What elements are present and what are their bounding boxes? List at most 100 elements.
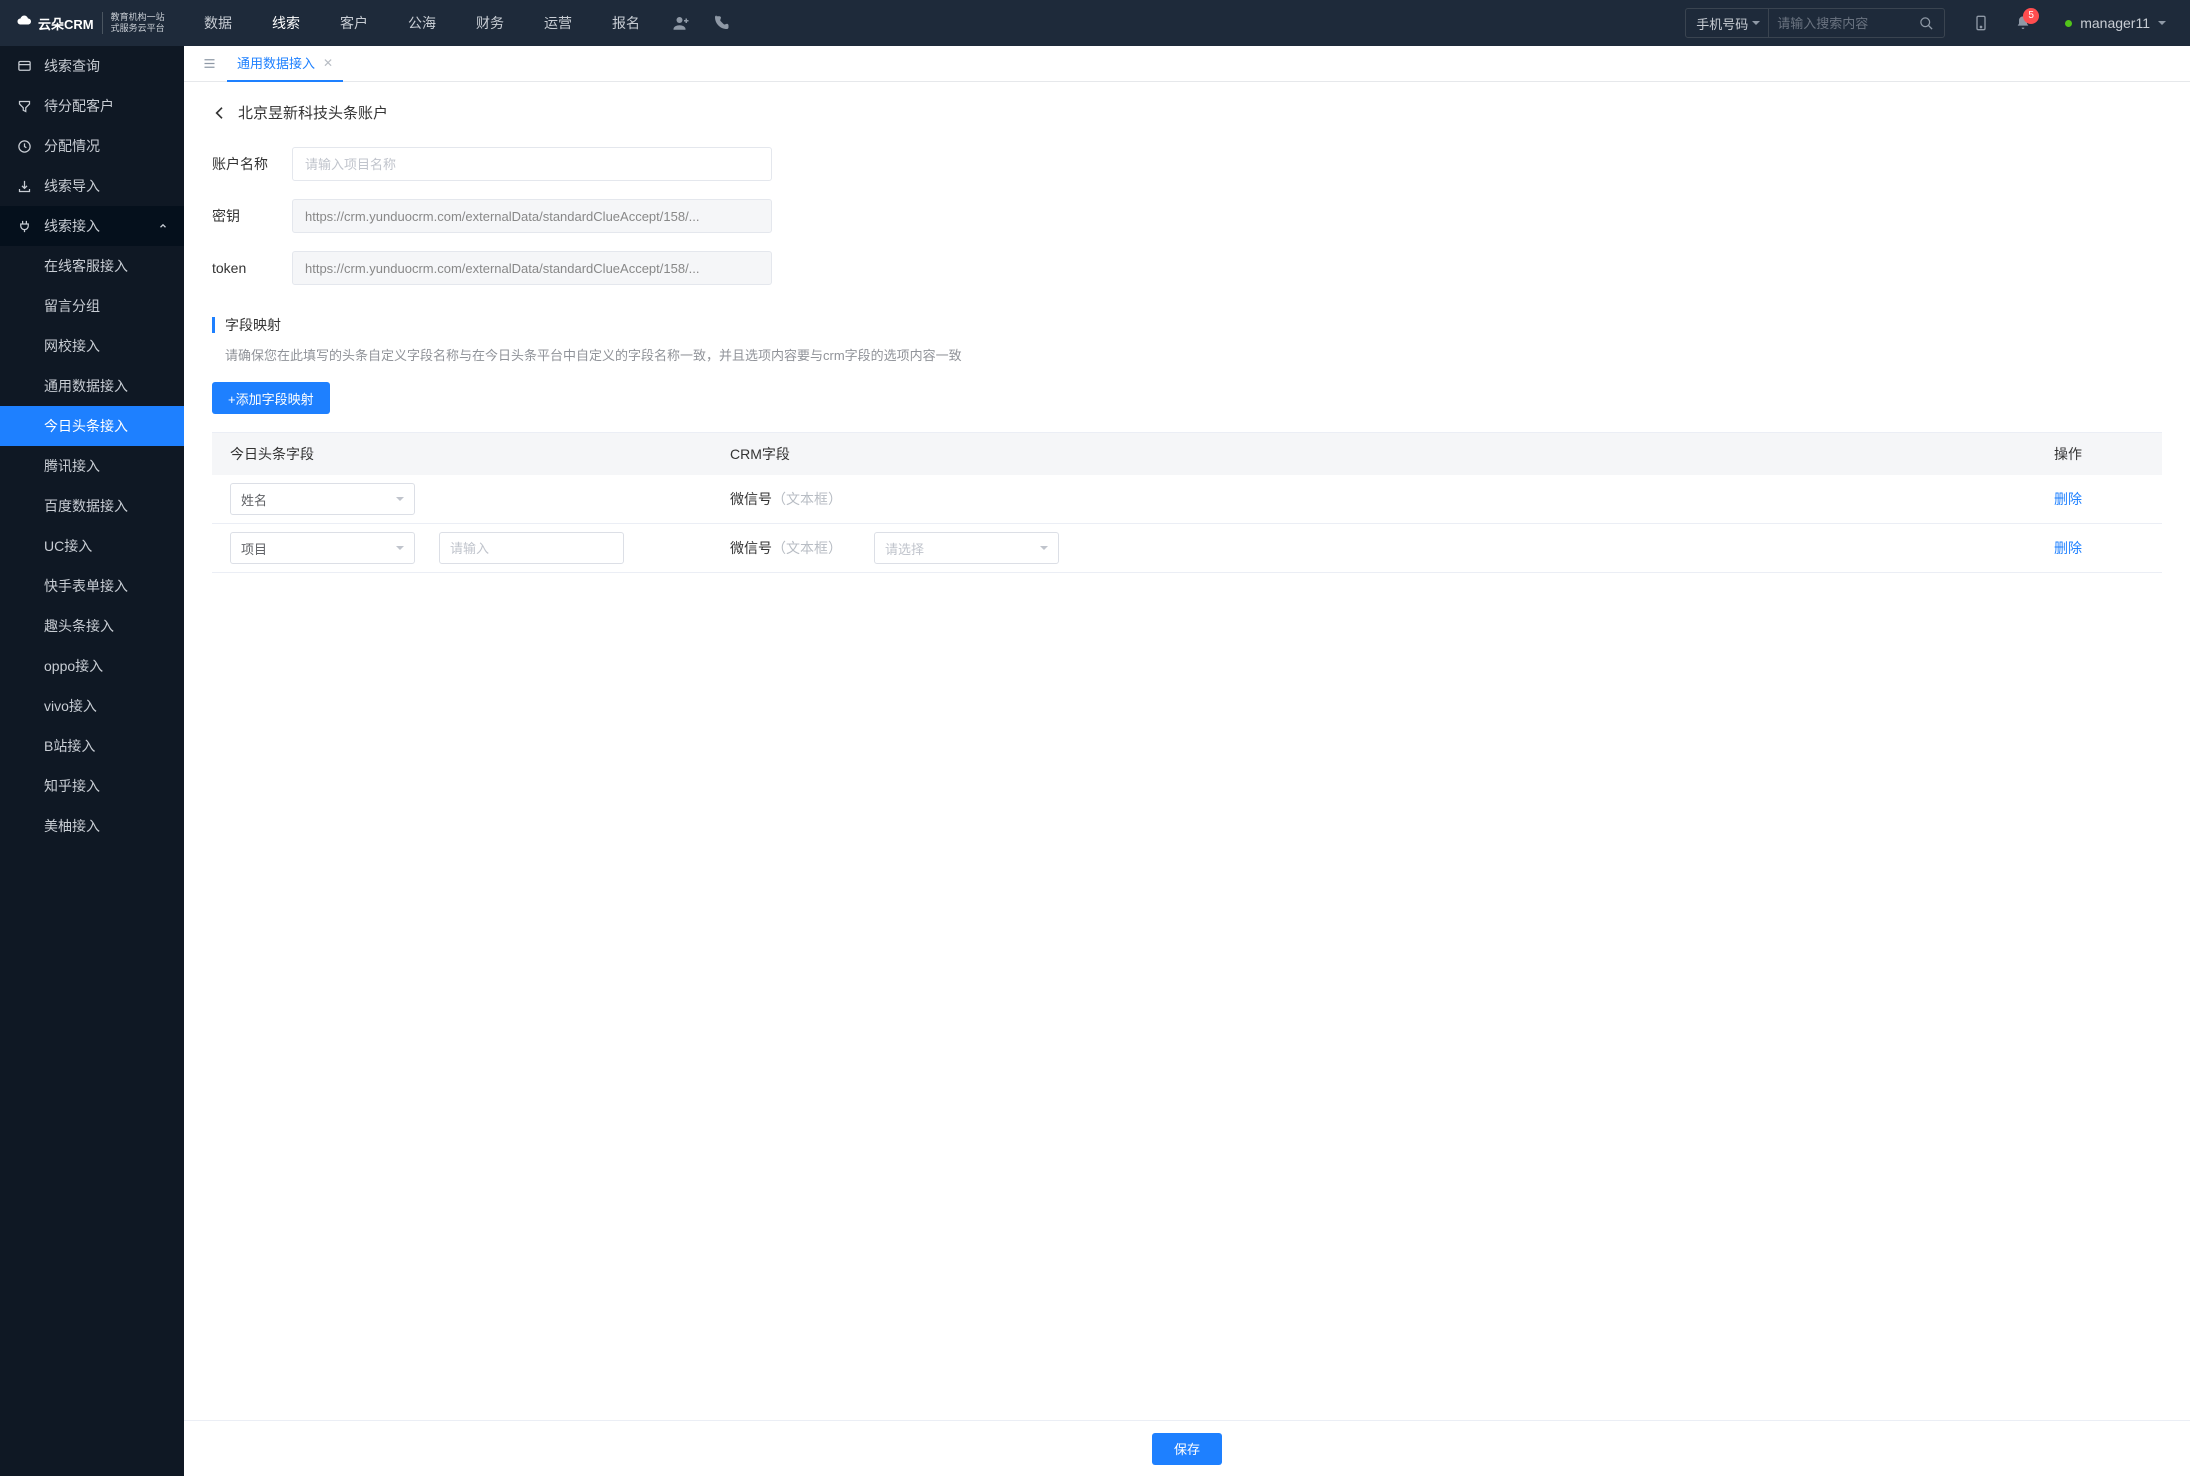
main-area: 通用数据接入 ✕ 北京昱新科技头条账户 账户名称 密钥 token (184, 46, 2190, 1476)
delete-button[interactable]: 删除 (2054, 540, 2082, 556)
chevron-up-icon (158, 221, 168, 231)
sidebar-sub-item[interactable]: 知乎接入 (0, 766, 184, 806)
user-menu[interactable]: manager11 (2049, 15, 2182, 31)
sidebar-icon (16, 138, 32, 154)
search-type-select[interactable]: 手机号码 (1686, 9, 1769, 37)
header-extra-icons (660, 14, 742, 32)
sidebar-sub-item[interactable]: 今日头条接入 (0, 406, 184, 446)
footer-bar: 保存 (184, 1420, 2190, 1476)
sidebar-group-clue-access[interactable]: 线索接入 (0, 206, 184, 246)
breadcrumb: 北京昱新科技头条账户 (212, 102, 2162, 123)
crm-field-name: 微信号（文本框） (730, 489, 842, 509)
header-right-icons: 5 (1955, 14, 2049, 32)
th-crm-field: CRM字段 (730, 444, 2054, 464)
mobile-icon[interactable] (1973, 14, 1989, 32)
user-plus-icon[interactable] (672, 14, 690, 32)
section-hint: 请确保您在此填写的头条自定义字段名称与在今日头条平台中自定义的字段名称一致，并且… (212, 345, 2162, 364)
tab-active[interactable]: 通用数据接入 ✕ (227, 46, 343, 82)
token-label: token (212, 260, 292, 276)
chevron-down-icon (396, 497, 404, 505)
phone-icon[interactable] (712, 14, 730, 32)
close-icon[interactable]: ✕ (323, 56, 333, 70)
chevron-down-icon (2158, 21, 2166, 29)
tab-label: 通用数据接入 (237, 53, 315, 72)
sidebar-item-label: 线索查询 (44, 56, 100, 76)
token-input[interactable] (292, 251, 772, 285)
section-bar-icon (212, 317, 215, 333)
sidebar-sub-item[interactable]: 腾讯接入 (0, 446, 184, 486)
nav-item[interactable]: 报名 (592, 0, 660, 46)
sidebar-sub-item[interactable]: 留言分组 (0, 286, 184, 326)
sidebar-item-label: 分配情况 (44, 136, 100, 156)
delete-button[interactable]: 删除 (2054, 491, 2082, 507)
add-mapping-button[interactable]: +添加字段映射 (212, 382, 330, 414)
sidebar-item[interactable]: 分配情况 (0, 126, 184, 166)
nav-item[interactable]: 数据 (184, 0, 252, 46)
global-search: 手机号码 (1685, 8, 1945, 38)
sidebar-sub-item[interactable]: vivo接入 (0, 686, 184, 726)
logo-subtitle: 教育机构一站 式服务云平台 (111, 12, 165, 34)
status-dot-icon (2065, 20, 2072, 27)
app-header: 云朵CRM 教育机构一站 式服务云平台 数据线索客户公海财务运营报名 手机号码 … (0, 0, 2190, 46)
notif-badge: 5 (2023, 8, 2039, 24)
sidebar-sub-item[interactable]: UC接入 (0, 526, 184, 566)
table-row: 项目 微信号（文本框） 请选择 删除 (212, 524, 2162, 573)
logo-divider (102, 12, 103, 34)
sidebar-item-label: 线索导入 (44, 176, 100, 196)
sidebar-item[interactable]: 线索查询 (0, 46, 184, 86)
tt-field-select[interactable]: 姓名 (230, 483, 415, 515)
search-button[interactable] (1909, 9, 1944, 37)
sidebar-icon (16, 178, 32, 194)
sidebar-group-label: 线索接入 (44, 216, 100, 236)
search-input[interactable] (1769, 16, 1909, 31)
tt-field-input[interactable] (439, 532, 624, 564)
crm-field-select[interactable]: 请选择 (874, 532, 1059, 564)
username-label: manager11 (2080, 15, 2150, 31)
chevron-down-icon (396, 546, 404, 554)
back-icon[interactable] (212, 105, 228, 121)
nav-item[interactable]: 线索 (252, 0, 320, 46)
secret-input[interactable] (292, 199, 772, 233)
sidebar-sub-item[interactable]: 快手表单接入 (0, 566, 184, 606)
sidebar-collapse-icon[interactable] (192, 56, 227, 71)
save-button[interactable]: 保存 (1152, 1433, 1222, 1465)
sidebar-item[interactable]: 线索导入 (0, 166, 184, 206)
section-heading: 字段映射 (212, 315, 2162, 335)
sidebar-sub-item[interactable]: 通用数据接入 (0, 366, 184, 406)
sidebar-icon (16, 58, 32, 74)
tt-field-select[interactable]: 项目 (230, 532, 415, 564)
logo-area: 云朵CRM 教育机构一站 式服务云平台 (0, 12, 184, 34)
secret-label: 密钥 (212, 206, 292, 226)
nav-item[interactable]: 客户 (320, 0, 388, 46)
page-title: 北京昱新科技头条账户 (238, 102, 388, 123)
mapping-table: 今日头条字段 CRM字段 操作 姓名微信号（文本框）删除项目微信号（文本框）请选… (212, 432, 2162, 573)
chevron-down-icon (1040, 546, 1048, 554)
account-name-input[interactable] (292, 147, 772, 181)
top-nav: 数据线索客户公海财务运营报名 (184, 0, 660, 46)
sidebar-sub-item[interactable]: B站接入 (0, 726, 184, 766)
account-name-label: 账户名称 (212, 154, 292, 174)
tabs-bar: 通用数据接入 ✕ (184, 46, 2190, 82)
page-content: 北京昱新科技头条账户 账户名称 密钥 token 字段映射 请确保您在此填写的头… (184, 82, 2190, 1476)
nav-item[interactable]: 运营 (524, 0, 592, 46)
sidebar-sub-item[interactable]: 百度数据接入 (0, 486, 184, 526)
sidebar-item[interactable]: 待分配客户 (0, 86, 184, 126)
section-title-text: 字段映射 (225, 315, 281, 335)
th-action: 操作 (2054, 444, 2144, 464)
sidebar-item-label: 待分配客户 (44, 96, 114, 116)
sidebar: 线索查询待分配客户分配情况线索导入 线索接入 在线客服接入留言分组网校接入通用数… (0, 46, 184, 1476)
logo: 云朵CRM (16, 14, 94, 33)
sidebar-sub-item[interactable]: 美柚接入 (0, 806, 184, 846)
sidebar-sub-item[interactable]: 网校接入 (0, 326, 184, 366)
table-header: 今日头条字段 CRM字段 操作 (212, 433, 2162, 475)
bell-icon[interactable]: 5 (2015, 14, 2031, 32)
table-row: 姓名 微信号（文本框） 删除 (212, 475, 2162, 524)
plug-icon (16, 218, 32, 234)
sidebar-sub-item[interactable]: 在线客服接入 (0, 246, 184, 286)
nav-item[interactable]: 公海 (388, 0, 456, 46)
nav-item[interactable]: 财务 (456, 0, 524, 46)
crm-field-name: 微信号（文本框） (730, 538, 842, 558)
sidebar-sub-item[interactable]: 趣头条接入 (0, 606, 184, 646)
sidebar-icon (16, 98, 32, 114)
sidebar-sub-item[interactable]: oppo接入 (0, 646, 184, 686)
